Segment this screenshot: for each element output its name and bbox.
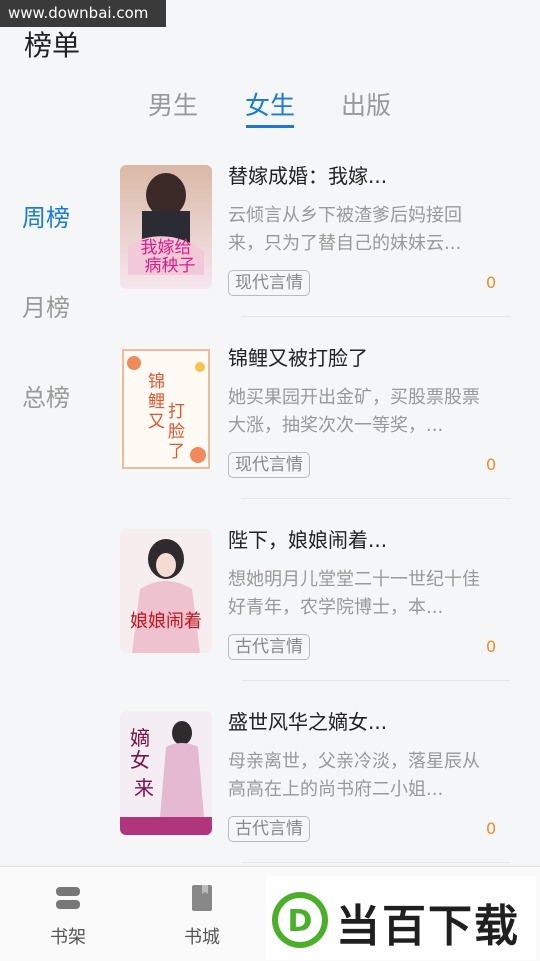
book-genre-tag[interactable]: 现代言情 [228,452,310,478]
tab-female-label: 女生 [244,91,295,120]
book-icon [187,883,217,913]
book-genre-tag[interactable]: 古代言情 [228,816,310,842]
book-genre-tag[interactable]: 古代言情 [228,634,310,660]
book-description: 云倾言从乡下被渣爹后妈接回来，只为了替自己的妹妹云... [228,205,462,254]
divider [242,498,510,499]
side-item-weekly[interactable]: 周榜 [22,198,70,233]
book-cover[interactable]: 娘娘闹着 [120,529,212,653]
svg-text:娘娘闹着: 娘娘闹着 [130,611,202,632]
book-count: 0 [486,637,497,656]
svg-text:锦: 锦 [148,372,165,392]
side-item-total[interactable]: 总榜 [22,378,70,413]
book-title: 陛下，娘娘闹着... [228,528,388,552]
book-description: 母亲离世，父亲冷淡，落星辰从高高在上的尚书府二小姐... [228,751,480,800]
svg-text:了: 了 [168,442,185,462]
divider [242,316,510,317]
tab-publish-label: 出版 [340,91,391,120]
divider [242,862,510,863]
svg-text:脸: 脸 [168,422,185,442]
tab-publish[interactable]: 出版 [326,86,406,122]
book-item[interactable]: 我嫁给 病秧子 替嫁成婚：我嫁... 云倾言从乡下被渣爹后妈接回来，只为了替自己… [120,160,520,317]
book-title: 锦鲤又被打脸了 [228,346,368,370]
book-count: 0 [486,819,497,838]
bottom-nav-bookstore[interactable]: 书城 [162,867,242,949]
divider [242,680,510,681]
active-tab-underline [246,125,294,128]
book-item[interactable]: 嫡 女 来 盛世风华之嫡女... 母亲离世，父亲冷淡，落星辰从高高在上的尚书府二… [120,706,520,863]
svg-text:打: 打 [168,402,185,422]
top-tabs: 男生 女生 出版 [0,86,540,128]
svg-text:鲤: 鲤 [148,392,165,412]
bookshelf-icon [53,883,83,913]
book-count: 0 [486,455,497,474]
svg-text:我嫁给: 我嫁给 [141,238,192,258]
svg-text:D: D [288,904,313,939]
book-item[interactable]: 锦 鲤 又 打 脸 了 锦鲤又被打脸了 她买果园开出金矿，买股票股票大涨，抽奖次… [120,342,520,499]
brand-logo-icon: D [270,890,330,950]
book-cover[interactable]: 锦 鲤 又 打 脸 了 [120,347,212,471]
tab-male-label: 男生 [147,91,198,120]
svg-text:又: 又 [148,412,165,432]
bottom-nav-bookshelf-label: 书架 [50,927,86,948]
book-cover[interactable]: 我嫁给 病秧子 [120,165,212,289]
svg-text:病秧子: 病秧子 [145,256,196,276]
book-description: 她买果园开出金矿，买股票股票大涨，抽奖次次一等奖，... [228,387,480,436]
book-genre-tag[interactable]: 现代言情 [228,270,310,296]
svg-text:女: 女 [130,748,150,772]
tab-female[interactable]: 女生 [230,86,310,128]
bottom-nav-bookstore-label: 书城 [184,927,220,948]
svg-text:嫡: 嫡 [130,726,150,750]
book-title: 盛世风华之嫡女... [228,710,388,734]
brand-text: 当百下载 [336,901,520,952]
watermark-url: www.downbai.com [0,0,166,27]
book-description: 想她明月儿堂堂二十一世纪十佳好青年，农学院博士，本... [228,569,480,618]
page-title: 榜单 [24,29,81,62]
side-item-monthly[interactable]: 月榜 [22,288,70,323]
tab-male[interactable]: 男生 [133,86,213,122]
book-count: 0 [486,273,497,292]
bottom-nav-bookshelf[interactable]: 书架 [28,867,108,949]
svg-text:来: 来 [134,776,154,800]
brand-watermark: D 当百下载 [266,876,536,960]
book-cover[interactable]: 嫡 女 来 [120,711,212,835]
book-item[interactable]: 娘娘闹着 陛下，娘娘闹着... 想她明月儿堂堂二十一世纪十佳好青年，农学院博士，… [120,524,520,681]
book-title: 替嫁成婚：我嫁... [228,164,388,188]
